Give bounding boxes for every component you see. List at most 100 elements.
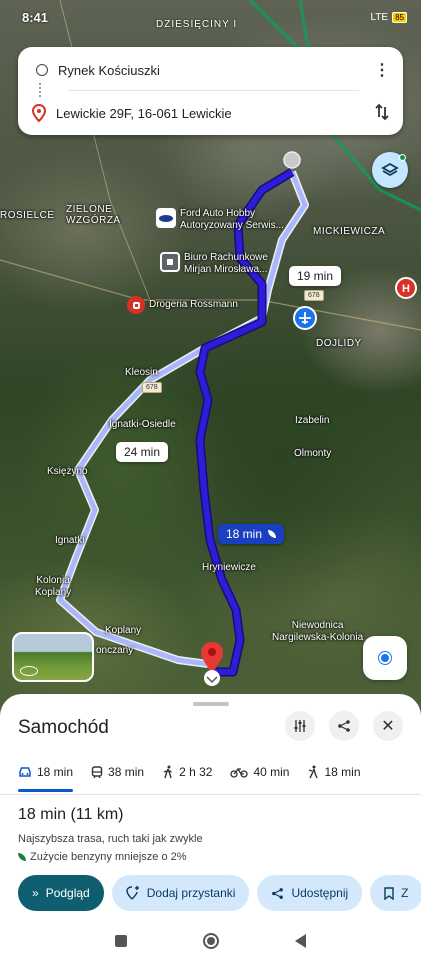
directions-card: Rynek Kościuszki Lewickie 29F, 16-061 Le… — [18, 47, 403, 135]
label-olmonty: Olmonty — [294, 448, 332, 459]
layers-button[interactable] — [372, 152, 408, 188]
eco-leaf-icon — [18, 853, 26, 861]
tabs-divider — [0, 794, 421, 795]
label-hryniewicze: Hryniewicze — [202, 562, 256, 573]
poi-rossmann[interactable]: Drogeria Rossmann — [127, 296, 238, 314]
destination-text[interactable]: Lewickie 29F, 16-061 Lewickie — [56, 106, 232, 121]
bike-icon — [230, 767, 249, 778]
share-icon — [338, 720, 350, 732]
share-label: Udostępnij — [291, 886, 349, 900]
save-label: Z — [401, 886, 409, 900]
chevrons-right-icon: » — [32, 886, 39, 900]
tab-walk-label: 2 h 32 — [179, 765, 213, 779]
road-shield-678-b: 678 — [142, 382, 162, 393]
shopping-icon — [127, 296, 145, 314]
ride-icon — [309, 765, 319, 779]
label-onczany: onczany — [96, 645, 134, 656]
walk-icon — [163, 765, 172, 779]
alt-route[interactable] — [56, 170, 309, 668]
label-ksiezyno: Księżyno — [47, 466, 88, 477]
label-ignatki-osiedle: Ignatki-Osiedle — [109, 419, 176, 430]
travel-mode-tabs: 18 min 38 min 2 h 32 40 min 18 min — [0, 758, 421, 794]
airport-icon — [293, 306, 317, 330]
label-izabelin: Izabelin — [295, 415, 330, 426]
ford-logo-icon — [156, 208, 176, 228]
tab-ride-label: 18 min — [324, 765, 361, 779]
recents-icon[interactable] — [115, 935, 127, 947]
transit-icon — [91, 765, 103, 778]
poi-biuro[interactable]: Biuro Rachunkowe Mirjan Mirosława... — [160, 252, 268, 276]
share-icon — [272, 887, 284, 899]
label-rosielce: ROSIELCE — [0, 210, 55, 221]
poi-rossmann-label: Drogeria Rossmann — [149, 299, 238, 310]
office-icon — [160, 252, 180, 272]
poi-ford[interactable]: Ford Auto Hobby Autoryzowany Serwis... — [156, 208, 284, 232]
home-icon[interactable] — [203, 933, 219, 949]
add-stops-label: Dodaj przystanki — [146, 886, 236, 900]
close-icon: ✕ — [381, 718, 395, 735]
origin-row[interactable]: Rynek Kościuszki — [32, 57, 389, 83]
my-location-icon — [379, 652, 391, 664]
svg-text:H: H — [402, 283, 410, 295]
preview-button[interactable]: » Podgląd — [18, 875, 104, 911]
label-kleosin: Kleosin — [125, 367, 158, 378]
tab-ride[interactable]: 18 min — [289, 758, 361, 786]
poi-biuro-label: Biuro Rachunkowe Mirjan Mirosława... — [184, 252, 268, 275]
tab-car[interactable]: 18 min — [0, 758, 74, 792]
destination-row[interactable]: Lewickie 29F, 16-061 Lewickie — [32, 100, 389, 126]
eco-note: Zużycie benzyny mniejsze o 2% — [18, 851, 187, 863]
system-nav-bar — [0, 922, 421, 960]
tab-bike[interactable]: 40 min — [212, 758, 289, 786]
tab-transit-label: 38 min — [108, 765, 145, 779]
tab-car-label: 18 min — [37, 765, 74, 779]
route-summary: 18 min (11 km) — [18, 806, 124, 823]
label-koplany: Koplany — [105, 625, 142, 636]
status-time: 8:41 — [22, 10, 49, 25]
label-mickiewicza: MICKIEWICZA — [313, 226, 386, 237]
label-ignatki: Ignatki — [55, 535, 85, 546]
add-stops-button[interactable]: Dodaj przystanki — [111, 875, 250, 911]
status-icons: LTE 85 — [370, 12, 407, 23]
sheet-title: Samochód — [18, 717, 109, 738]
street-view-thumbnail[interactable] — [12, 632, 94, 682]
poi-ford-label: Ford Auto Hobby Autoryzowany Serwis... — [180, 208, 284, 231]
tab-transit[interactable]: 38 min — [73, 758, 144, 786]
more-vert-icon[interactable]: ⋮ — [371, 59, 393, 81]
label-niewodnica: Niewodnica Nargilewska-Kolonia — [272, 620, 364, 643]
route-time-bubble-main[interactable]: 18 min — [218, 524, 285, 544]
place-pin-icon — [32, 104, 46, 122]
origin-circle-icon — [36, 64, 48, 76]
signal-label: LTE — [370, 12, 389, 23]
sheet-drag-handle[interactable] — [193, 702, 229, 706]
tune-icon — [294, 720, 306, 732]
close-button[interactable]: ✕ — [373, 711, 403, 741]
bookmark-icon — [384, 886, 394, 900]
origin-text[interactable]: Rynek Kościuszki — [58, 63, 160, 78]
save-button[interactable]: Z — [370, 875, 421, 911]
preview-label: Podgląd — [45, 886, 90, 900]
eco-leaf-icon — [268, 530, 277, 538]
back-icon[interactable] — [295, 934, 306, 948]
my-location-button[interactable] — [363, 636, 407, 680]
battery-indicator: 85 — [392, 12, 407, 23]
map-view[interactable]: H 8:41 DZIESIĘCINY I LTE 85 Rynek Kościu… — [0, 0, 421, 720]
label-zielone-wzgorza: ZIELONE WZGÓRZA — [66, 204, 121, 226]
label-dojlidy: DOJLIDY — [316, 338, 362, 349]
street-label-top: DZIESIĘCINY I — [156, 19, 238, 30]
label-kolonia-koplany: Kolonia Koplany — [35, 575, 72, 598]
route-time-bubble-alt2[interactable]: 24 min — [116, 442, 169, 462]
tab-bike-label: 40 min — [253, 765, 290, 779]
origin-marker — [283, 151, 301, 169]
share-button[interactable]: Udostępnij — [257, 875, 363, 911]
hospital-icon: H — [395, 277, 417, 299]
share-route-button[interactable] — [329, 711, 359, 741]
street-view-360-icon — [20, 666, 38, 676]
connector-dots — [39, 83, 41, 97]
route-time-bubble-alt1[interactable]: 19 min — [289, 266, 342, 286]
tab-walk[interactable]: 2 h 32 — [144, 758, 212, 786]
route-options-button[interactable] — [285, 711, 315, 741]
route-description: Najszybsza trasa, ruch taki jak zwykle — [18, 833, 203, 845]
eco-note-text: Zużycie benzyny mniejsze o 2% — [30, 851, 187, 863]
route-time-main-label: 18 min — [226, 527, 263, 541]
swap-icon[interactable] — [371, 101, 393, 123]
